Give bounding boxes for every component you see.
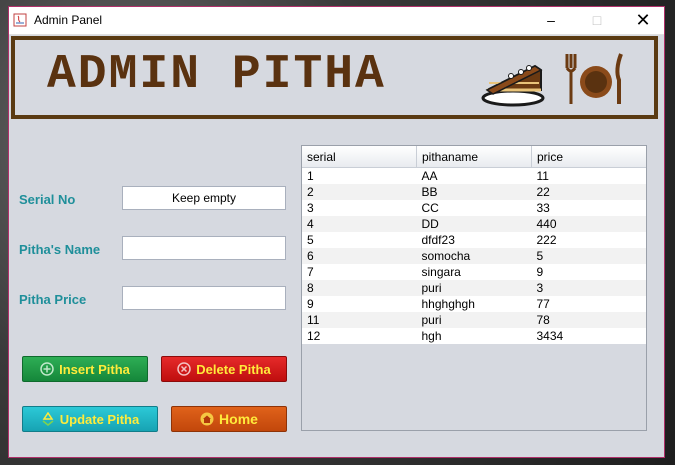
cell-serial: 4: [302, 216, 417, 232]
pitha-name-input[interactable]: [122, 236, 286, 260]
cell-price: 22: [531, 184, 646, 200]
insert-pitha-button[interactable]: Insert Pitha: [22, 356, 148, 382]
cell-price: 5: [531, 248, 646, 264]
cake-icon: [481, 64, 545, 107]
home-icon: [200, 412, 214, 426]
home-button[interactable]: Home: [171, 406, 287, 432]
column-header-price[interactable]: price: [531, 146, 646, 168]
pitha-table-scrollpane[interactable]: serial pithaname price 1 AA 11 2 BB 22 3 CC 33…: [301, 145, 647, 431]
cell-price: 3: [531, 280, 646, 296]
insert-pitha-label: Insert Pitha: [59, 361, 130, 377]
table-row[interactable]: 3 CC 33: [302, 200, 646, 216]
cell-price: 440: [531, 216, 646, 232]
update-pitha-label: Update Pitha: [59, 411, 140, 427]
home-label: Home: [219, 411, 258, 427]
delete-icon: [177, 362, 192, 376]
cell-pithaname: hgh: [421, 329, 442, 343]
cell-pithaname: DD: [416, 216, 532, 232]
cell-serial: 11: [302, 312, 417, 328]
java-app-icon: [13, 13, 27, 27]
cell-pithaname: singara: [421, 265, 461, 279]
table-row[interactable]: 4 DD 440: [302, 216, 646, 232]
cell-pithaname: CC: [421, 201, 439, 215]
cell-price: 11: [536, 169, 549, 183]
cell-serial: 9: [307, 297, 314, 311]
cell-pithaname: BB: [416, 184, 532, 200]
table-row[interactable]: 9 hhghghgh 77: [302, 296, 646, 312]
cell-serial: 6: [302, 248, 417, 264]
table-row[interactable]: 7 singara 9: [302, 264, 646, 280]
cell-pithaname: puri: [416, 280, 532, 296]
banner-title: ADMIN PITHA: [47, 48, 386, 102]
cell-serial: 2: [302, 184, 417, 200]
admin-panel-window: Admin Panel – □ ✕ ADMIN PITHA Serial No …: [8, 6, 665, 458]
table-row[interactable]: 8 puri 3: [302, 280, 646, 296]
pitha-table: serial pithaname price 1 AA 11 2 BB 22 3 CC 33…: [302, 146, 646, 344]
title-bar[interactable]: Admin Panel – □ ✕: [9, 7, 664, 35]
serial-no-input[interactable]: [122, 186, 286, 210]
cell-pithaname: AA: [421, 169, 438, 183]
cell-serial: 3: [307, 201, 314, 215]
recycle-icon: [42, 412, 54, 426]
cell-serial: 5: [307, 233, 314, 247]
add-icon: [40, 362, 54, 376]
plate-cutlery-icon: [565, 53, 623, 104]
cell-pithaname: somocha: [416, 248, 532, 264]
close-button[interactable]: ✕: [620, 7, 666, 34]
header-banner: ADMIN PITHA: [11, 36, 658, 119]
table-row[interactable]: 1 AA 11: [302, 168, 646, 185]
delete-pitha-button[interactable]: Delete Pitha: [161, 356, 287, 382]
pitha-price-label: Pitha Price: [19, 292, 87, 307]
pitha-name-label: Pitha's Name: [19, 242, 101, 257]
table-row[interactable]: 6 somocha 5: [302, 248, 646, 264]
cell-serial: 7: [307, 265, 314, 279]
cell-price: 78: [531, 312, 646, 328]
column-header-pithaname[interactable]: pithaname: [416, 146, 532, 168]
table-row[interactable]: 12 hgh 3434: [302, 328, 646, 344]
cell-serial: 12: [307, 329, 321, 343]
column-header-serial[interactable]: serial: [302, 146, 417, 168]
table-row[interactable]: 11 puri 78: [302, 312, 646, 328]
cell-price: 222: [536, 233, 557, 247]
maximize-button[interactable]: □: [574, 7, 620, 34]
pitha-price-input[interactable]: [122, 286, 286, 310]
cell-price: 9: [536, 265, 544, 279]
serial-no-label: Serial No: [19, 192, 76, 207]
cell-price: 77: [536, 297, 550, 311]
cell-pithaname: hhghghgh: [421, 297, 475, 311]
cell-serial: 1: [307, 169, 314, 183]
delete-pitha-label: Delete Pitha: [196, 361, 271, 377]
update-pitha-button[interactable]: Update Pitha: [22, 406, 158, 432]
cell-price: 3434: [536, 329, 564, 343]
minimize-button[interactable]: –: [528, 7, 574, 34]
table-row[interactable]: 2 BB 22: [302, 184, 646, 200]
cell-pithaname: dfdf23: [421, 233, 455, 247]
cell-price: 33: [536, 201, 550, 215]
cell-pithaname: puri: [416, 312, 532, 328]
cell-serial: 8: [302, 280, 417, 296]
window-title: Admin Panel: [34, 13, 103, 27]
table-row[interactable]: 5 dfdf23 222: [302, 232, 646, 248]
